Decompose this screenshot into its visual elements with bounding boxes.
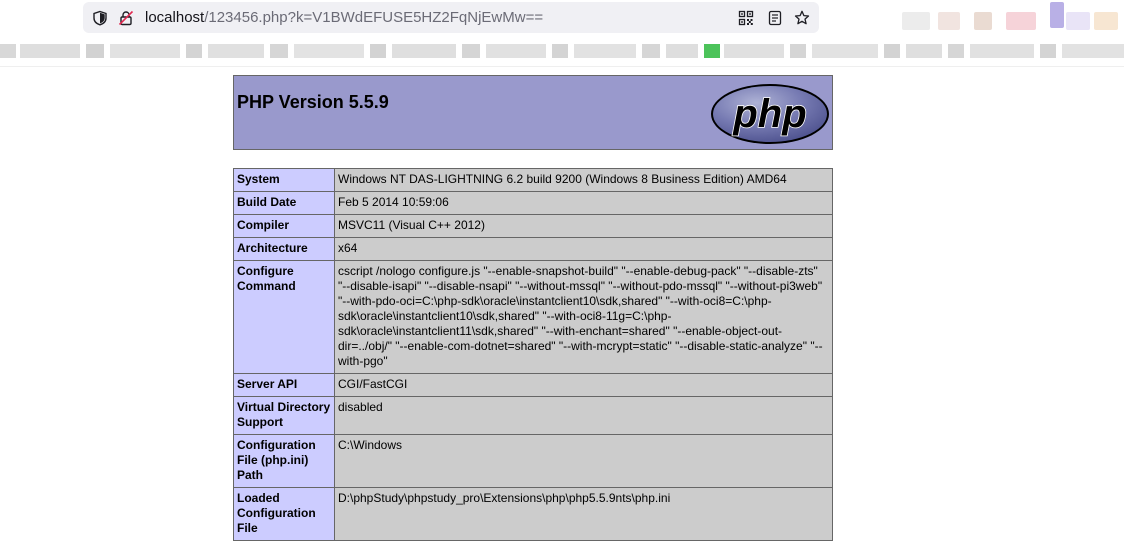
extensions-area[interactable] — [896, 0, 1124, 38]
page-title: PHP Version 5.5.9 — [237, 92, 389, 112]
blurred-bookmark[interactable] — [294, 44, 364, 58]
insecure-lock-icon[interactable] — [118, 10, 134, 26]
blurred-extension-icon[interactable] — [1066, 12, 1090, 30]
row-key: Loaded Configuration File — [233, 487, 335, 541]
blurred-bookmark[interactable] — [704, 44, 720, 58]
table-row: Architecture x64 — [233, 237, 833, 261]
blurred-bookmark[interactable] — [948, 44, 964, 58]
blurred-bookmark[interactable] — [666, 44, 698, 58]
blurred-bookmark[interactable] — [884, 44, 900, 58]
row-value: D:\phpStudy\phpstudy_pro\Extensions\php\… — [334, 487, 833, 541]
browser-toolbar: localhost/123456.php?k=V1BWdEFUSE5HZ2FqN… — [0, 0, 1124, 38]
blurred-bookmark[interactable] — [392, 44, 456, 58]
blurred-bookmark[interactable] — [552, 44, 568, 58]
table-row: Configuration File (php.ini) Path C:\Wind… — [233, 434, 833, 488]
blurred-bookmark[interactable] — [970, 44, 1034, 58]
blurred-bookmark[interactable] — [86, 44, 104, 58]
row-key: Configuration File (php.ini) Path — [233, 434, 335, 488]
blurred-bookmark[interactable] — [270, 44, 288, 58]
blurred-bookmark[interactable] — [20, 44, 80, 58]
shield-icon[interactable] — [92, 10, 108, 26]
php-info-table: System Windows NT DAS-LIGHTNING 6.2 build… — [233, 168, 833, 541]
blurred-bookmark[interactable] — [370, 44, 386, 58]
blurred-bookmark[interactable] — [812, 44, 878, 58]
blurred-bookmark[interactable] — [790, 44, 806, 58]
blurred-bookmark[interactable] — [110, 44, 180, 58]
php-logo[interactable]: php — [710, 83, 830, 145]
bookmarks-bar — [0, 38, 1124, 66]
row-key: Build Date — [233, 191, 335, 215]
table-row: Loaded Configuration File D:\phpStudy\php… — [233, 487, 833, 541]
row-key: Configure Command — [233, 260, 335, 374]
qr-code-icon[interactable] — [738, 10, 754, 26]
blurred-bookmark[interactable] — [574, 44, 636, 58]
url-host: localhost — [145, 9, 205, 26]
address-bar[interactable]: localhost/123456.php?k=V1BWdEFUSE5HZ2FqN… — [83, 2, 819, 33]
row-value: MSVC11 (Visual C++ 2012) — [334, 214, 833, 238]
table-row: Server API CGI/FastCGI — [233, 373, 833, 397]
row-value: cscript /nologo configure.js "--enable-s… — [334, 260, 833, 374]
row-key: Architecture — [233, 237, 335, 261]
blurred-bookmark[interactable] — [186, 44, 202, 58]
table-row: Build Date Feb 5 2014 10:59:06 — [233, 191, 833, 215]
row-key: Server API — [233, 373, 335, 397]
blurred-bookmark[interactable] — [462, 44, 480, 58]
row-key: System — [233, 168, 335, 192]
row-value: CGI/FastCGI — [334, 373, 833, 397]
reader-view-icon[interactable] — [767, 10, 783, 26]
toolbar-divider — [0, 66, 1124, 67]
php-logo-text: php — [732, 92, 806, 136]
table-row: Virtual Directory Support disabled — [233, 396, 833, 435]
row-value: x64 — [334, 237, 833, 261]
bookmark-star-icon[interactable] — [794, 10, 810, 26]
table-row: System Windows NT DAS-LIGHTNING 6.2 build… — [233, 168, 833, 192]
blurred-extension-icon[interactable] — [1050, 2, 1064, 28]
row-value: Windows NT DAS-LIGHTNING 6.2 build 9200 … — [334, 168, 833, 192]
blurred-bookmark[interactable] — [724, 44, 784, 58]
blurred-bookmark[interactable] — [1040, 44, 1056, 58]
blurred-extension-icon[interactable] — [974, 12, 992, 30]
blurred-bookmark[interactable] — [906, 44, 942, 58]
blurred-extension-icon[interactable] — [902, 12, 930, 30]
blurred-extension-icon[interactable] — [938, 12, 960, 30]
row-value: Feb 5 2014 10:59:06 — [334, 191, 833, 215]
blurred-bookmark[interactable] — [208, 44, 264, 58]
blurred-bookmark[interactable] — [642, 44, 660, 58]
row-key: Compiler — [233, 214, 335, 238]
blurred-bookmark[interactable] — [0, 44, 16, 58]
blurred-bookmark[interactable] — [486, 44, 546, 58]
blurred-bookmark[interactable] — [1062, 44, 1124, 58]
url-text[interactable]: localhost/123456.php?k=V1BWdEFUSE5HZ2FqN… — [145, 2, 543, 33]
url-path: /123456.php?k=V1BWdEFUSE5HZ2FqNjEwMw== — [204, 9, 544, 26]
blurred-extension-icon[interactable] — [1006, 12, 1036, 30]
row-value: C:\Windows — [334, 434, 833, 488]
blurred-extension-icon[interactable] — [1094, 12, 1118, 30]
table-row: Compiler MSVC11 (Visual C++ 2012) — [233, 214, 833, 238]
php-info-header: PHP Version 5.5.9 php — [233, 75, 833, 150]
row-key: Virtual Directory Support — [233, 396, 335, 435]
row-value: disabled — [334, 396, 833, 435]
table-row: Configure Command cscript /nologo configu… — [233, 260, 833, 374]
